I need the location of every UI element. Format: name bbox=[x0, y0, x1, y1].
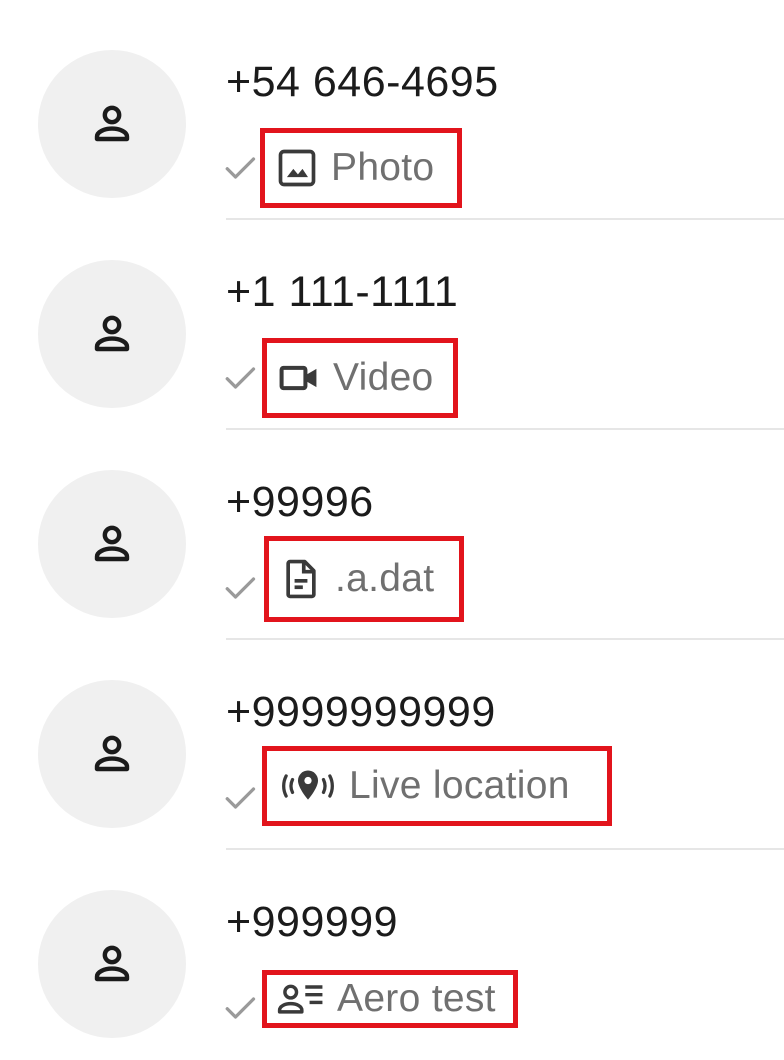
chat-row[interactable]: +9999999999 Live location bbox=[0, 640, 784, 850]
contact-name: +9999999999 bbox=[226, 688, 496, 736]
live-location-icon bbox=[277, 764, 339, 808]
check-icon bbox=[225, 157, 256, 179]
avatar[interactable] bbox=[38, 260, 186, 408]
preview-text: .a.dat bbox=[335, 557, 435, 600]
avatar[interactable] bbox=[38, 680, 186, 828]
check-icon bbox=[225, 367, 256, 389]
document-icon bbox=[279, 557, 323, 601]
photo-icon bbox=[275, 146, 319, 190]
contact-name: +999999 bbox=[226, 898, 399, 946]
avatar[interactable] bbox=[38, 470, 186, 618]
chat-list: +54 646-4695 Photo +1 111-1111 Video +99… bbox=[0, 0, 784, 1048]
person-icon bbox=[94, 105, 130, 142]
check-icon bbox=[225, 787, 256, 809]
contact-icon bbox=[277, 979, 325, 1019]
avatar[interactable] bbox=[38, 890, 186, 1038]
chat-row[interactable]: +54 646-4695 Photo bbox=[0, 10, 784, 220]
preview-text: Live location bbox=[349, 764, 570, 807]
message-preview: Photo bbox=[260, 128, 462, 208]
chat-row[interactable]: +999999 Aero test bbox=[0, 850, 784, 1060]
person-icon bbox=[94, 525, 130, 562]
video-icon bbox=[277, 356, 321, 400]
check-icon bbox=[225, 577, 256, 599]
chat-row[interactable]: +99996 .a.dat bbox=[0, 430, 784, 640]
message-preview: Live location bbox=[262, 746, 612, 826]
preview-text: Video bbox=[333, 356, 434, 399]
chat-row[interactable]: +1 111-1111 Video bbox=[0, 220, 784, 430]
message-preview: Video bbox=[262, 338, 458, 418]
contact-name: +54 646-4695 bbox=[226, 58, 499, 106]
check-icon bbox=[225, 997, 256, 1019]
contact-name: +1 111-1111 bbox=[226, 268, 459, 316]
avatar[interactable] bbox=[38, 50, 186, 198]
person-icon bbox=[94, 315, 130, 352]
preview-text: Photo bbox=[331, 146, 435, 189]
message-preview: .a.dat bbox=[264, 536, 464, 622]
person-icon bbox=[94, 735, 130, 772]
message-preview: Aero test bbox=[262, 970, 518, 1028]
contact-name: +99996 bbox=[226, 478, 374, 526]
person-icon bbox=[94, 945, 130, 982]
preview-text: Aero test bbox=[337, 977, 496, 1020]
